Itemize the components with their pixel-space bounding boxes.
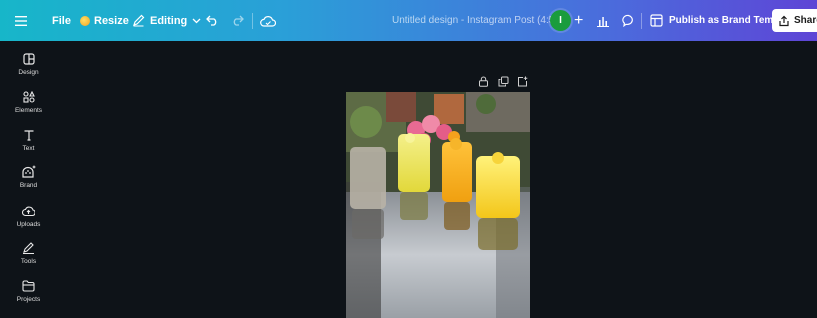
- tools-icon: [23, 242, 34, 254]
- menu-icon: [15, 15, 27, 26]
- save-status-button[interactable]: [260, 0, 276, 41]
- editing-mode-button[interactable]: Editing: [132, 0, 201, 41]
- resize-icon: [80, 15, 90, 26]
- document-title[interactable]: Untitled design - Instagram Post (4:5): [392, 0, 558, 41]
- sidebar-item-label: Brand: [19, 182, 38, 189]
- add-collaborator-button[interactable]: +: [574, 0, 583, 41]
- file-label: File: [52, 14, 71, 27]
- sidebar-item-uploads[interactable]: Uploads: [0, 205, 57, 228]
- canvas-photo[interactable]: [346, 92, 530, 318]
- brand-icon: [21, 165, 36, 178]
- sidebar-item-text[interactable]: Text: [0, 129, 57, 152]
- comments-button[interactable]: [622, 0, 635, 41]
- resize-label: Resize: [94, 14, 129, 27]
- cloud-sync-icon: [260, 15, 276, 27]
- avatar[interactable]: I: [550, 10, 571, 31]
- menu-button[interactable]: [10, 0, 32, 41]
- sidebar-item-label: Projects: [16, 296, 41, 303]
- left-sidebar: Design Elements Text Brand Uploads Tools…: [0, 41, 57, 318]
- resize-button[interactable]: Resize: [80, 0, 129, 41]
- template-icon: [650, 14, 663, 27]
- toolbar-divider: [641, 13, 642, 29]
- sidebar-item-label: Tools: [20, 258, 37, 265]
- share-button[interactable]: Share: [772, 9, 817, 32]
- add-page-icon[interactable]: [517, 76, 528, 87]
- projects-icon: [22, 280, 35, 292]
- uploads-icon: [22, 206, 35, 217]
- sidebar-item-label: Elements: [14, 107, 43, 114]
- sidebar-item-elements[interactable]: Elements: [0, 91, 57, 114]
- design-icon: [22, 53, 35, 65]
- insights-button[interactable]: [596, 0, 610, 41]
- top-toolbar: File Resize Editing Untitled design - In…: [0, 0, 817, 41]
- sidebar-item-brand[interactable]: Brand: [0, 164, 57, 189]
- drinks-photo-illustration: [346, 92, 530, 318]
- sidebar-item-label: Design: [18, 69, 39, 76]
- sidebar-item-label: Text: [22, 145, 35, 152]
- undo-button[interactable]: [206, 0, 219, 41]
- duplicate-icon[interactable]: [498, 76, 509, 87]
- sidebar-item-projects[interactable]: Projects: [0, 280, 57, 303]
- text-icon: [24, 130, 33, 141]
- redo-button[interactable]: [231, 0, 244, 41]
- undo-icon: [206, 15, 217, 26]
- elements-icon: [22, 91, 35, 103]
- file-menu-button[interactable]: File: [52, 0, 71, 41]
- sidebar-item-design[interactable]: Design: [0, 53, 57, 76]
- toolbar-divider: [252, 13, 253, 29]
- chevron-down-icon: [192, 18, 201, 23]
- redo-icon: [233, 15, 244, 26]
- share-label: Share: [794, 15, 817, 26]
- share-icon: [779, 15, 789, 26]
- comment-icon: [622, 14, 633, 27]
- editing-label: Editing: [150, 14, 188, 27]
- sidebar-item-label: Uploads: [16, 221, 41, 228]
- bar-chart-icon: [597, 16, 609, 27]
- pencil-icon: [133, 14, 145, 27]
- lock-icon[interactable]: [478, 76, 489, 87]
- sidebar-item-tools[interactable]: Tools: [0, 242, 57, 265]
